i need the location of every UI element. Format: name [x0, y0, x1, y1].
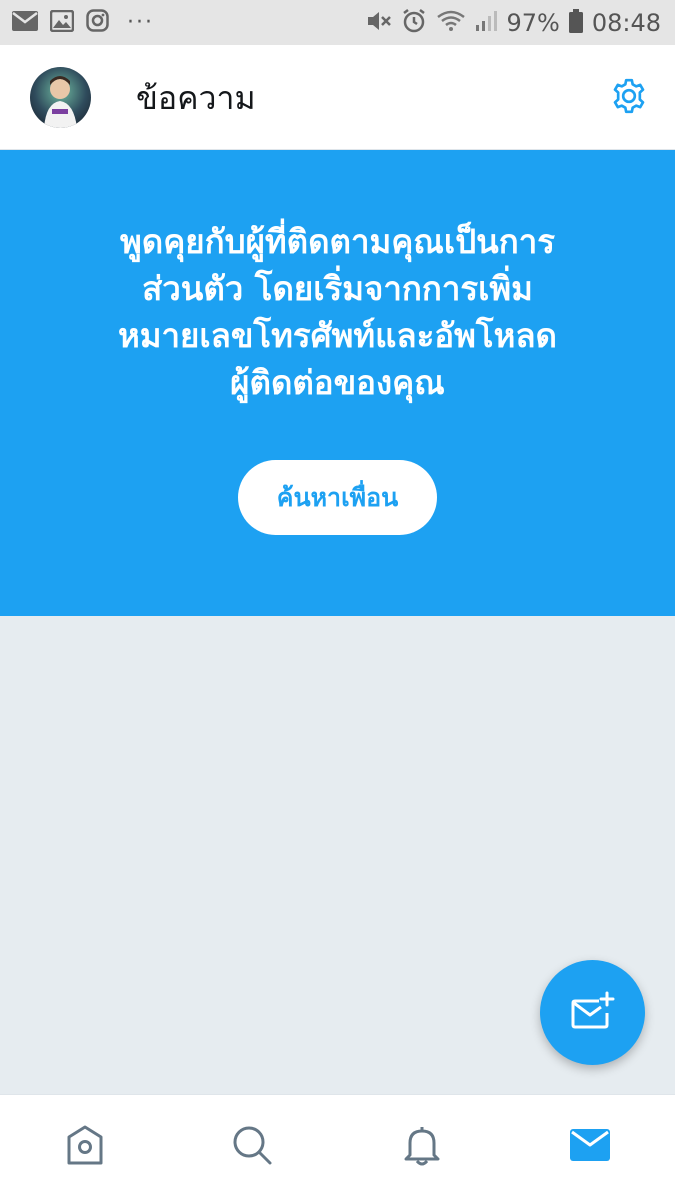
promo-line: พูดคุยกับผู้ที่ติดตามคุณเป็นการ	[120, 222, 555, 261]
search-icon	[230, 1123, 274, 1171]
nav-messages[interactable]	[560, 1119, 620, 1175]
nav-notifications[interactable]	[392, 1119, 452, 1175]
battery-percent: 97%	[506, 8, 560, 37]
nav-search[interactable]	[222, 1119, 282, 1175]
page-title: ข้อความ	[136, 79, 256, 117]
app-header: ข้อความ	[0, 45, 675, 150]
battery-icon	[568, 8, 583, 37]
clock: 08:48	[591, 8, 661, 37]
home-icon	[63, 1123, 107, 1171]
instagram-notification-icon	[86, 9, 109, 36]
nav-home[interactable]	[55, 1119, 115, 1175]
mail-notification-icon	[12, 10, 38, 35]
status-left: ···	[12, 9, 154, 36]
alarm-icon	[401, 8, 427, 38]
new-message-icon	[571, 991, 615, 1035]
status-bar: ··· 97% 08:48	[0, 0, 675, 45]
settings-button[interactable]	[606, 75, 652, 121]
signal-icon	[475, 10, 498, 36]
mute-icon	[366, 9, 392, 37]
promo-line: ผู้ติดต่อของคุณ	[230, 363, 445, 402]
promo-line: ส่วนตัว โดยเริ่มจากการเพิ่ม	[142, 269, 533, 308]
status-right: 97% 08:48	[366, 8, 661, 38]
promo-line: หมายเลขโทรศัพท์และอัพโหลด	[117, 316, 557, 355]
find-friends-promo: พูดคุยกับผู้ที่ติดตามคุณเป็นการ ส่วนตัว …	[0, 150, 675, 616]
avatar[interactable]	[30, 67, 91, 128]
new-message-button[interactable]	[540, 960, 645, 1065]
promo-message: พูดคุยกับผู้ที่ติดตามคุณเป็นการ ส่วนตัว …	[60, 218, 615, 406]
gear-icon	[609, 76, 649, 120]
mail-icon	[569, 1128, 611, 1166]
image-notification-icon	[49, 9, 75, 36]
find-friends-button[interactable]: ค้นหาเพื่อน	[238, 460, 437, 535]
bell-icon	[400, 1123, 444, 1171]
bottom-nav	[0, 1094, 675, 1200]
wifi-icon	[436, 9, 466, 37]
more-notifications-indicator: ···	[127, 10, 154, 35]
